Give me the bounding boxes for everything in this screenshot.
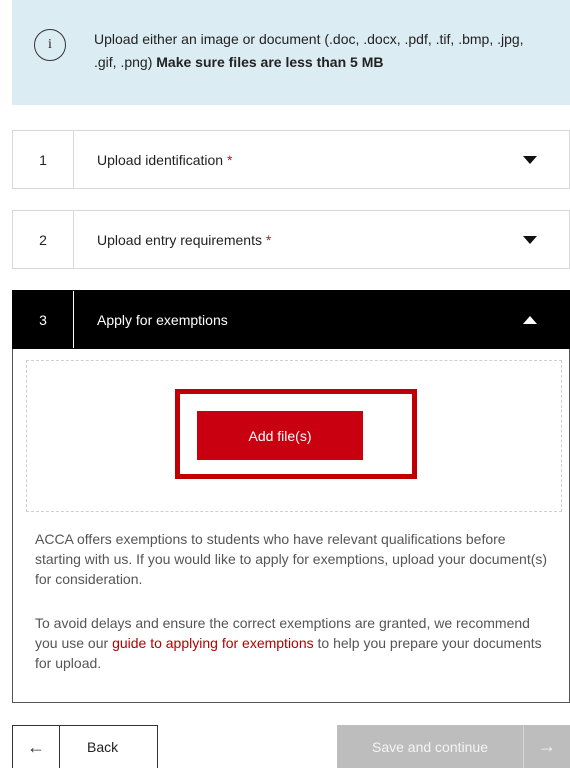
upload-info-text: Upload either an image or document (.doc… [94, 28, 544, 74]
exemptions-panel: Add file(s) ACCA offers exemptions to st… [12, 349, 570, 703]
step-upload-entry-requirements[interactable]: 2 Upload entry requirements * [12, 210, 570, 269]
chevron-up-icon[interactable] [523, 315, 537, 324]
step-title: Upload identification * [74, 152, 523, 168]
step-title-label: Upload identification [97, 151, 224, 168]
step-upload-identification[interactable]: 1 Upload identification * [12, 130, 570, 189]
step-title: Upload entry requirements * [74, 232, 523, 248]
exemptions-guidance: To avoid delays and ensure the correct e… [35, 613, 555, 673]
step-title-label: Apply for exemptions [97, 311, 228, 328]
step-number: 3 [13, 291, 74, 348]
save-button-label: Save and continue [372, 738, 488, 755]
chevron-down-icon[interactable] [523, 155, 537, 164]
arrow-right-icon: → [523, 725, 570, 768]
required-marker: * [226, 151, 233, 168]
upload-info-size-limit: Make sure files are less than 5 MB [156, 54, 384, 70]
required-marker: * [265, 231, 272, 248]
save-and-continue-button[interactable]: Save and continue → [337, 725, 570, 768]
add-files-button[interactable]: Add file(s) [197, 411, 363, 460]
step-number: 1 [13, 131, 74, 188]
step-title-label: Upload entry requirements [97, 231, 262, 248]
back-button-label: Back [87, 739, 119, 755]
step-number: 2 [13, 211, 74, 268]
step-apply-for-exemptions[interactable]: 3 Apply for exemptions [12, 290, 570, 349]
info-icon-glyph: i [48, 37, 52, 52]
arrow-left-icon: ← [13, 726, 60, 768]
exemptions-guide-link[interactable]: guide to applying for exemptions [112, 635, 314, 651]
upload-info-banner: i Upload either an image or document (.d… [12, 0, 570, 105]
info-icon: i [34, 29, 66, 61]
exemptions-description: ACCA offers exemptions to students who h… [35, 531, 548, 587]
step-title: Apply for exemptions [74, 312, 523, 328]
chevron-down-icon[interactable] [523, 235, 537, 244]
back-button[interactable]: ← Back [12, 725, 158, 768]
